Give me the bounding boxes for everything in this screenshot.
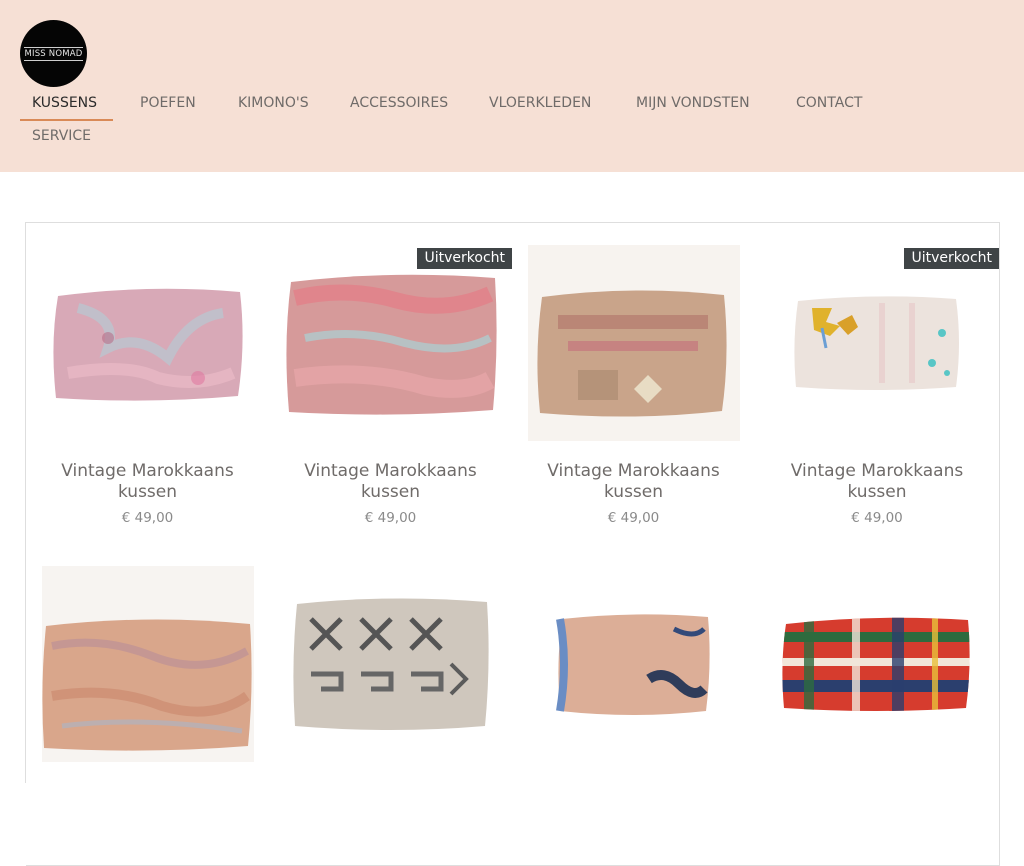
product-card[interactable] (26, 544, 270, 866)
sold-out-badge: Uitverkocht (904, 248, 999, 269)
product-grid: Vintage Marokkaans kussen € 49,00 Uitver… (25, 222, 1000, 866)
product-image[interactable] (42, 245, 254, 441)
nav-item-kimonos[interactable]: KIMONO'S (238, 94, 309, 112)
product-image[interactable] (771, 566, 983, 762)
product-card[interactable]: Vintage Marokkaans kussen € 49,00 (512, 223, 756, 545)
product-card[interactable]: Uitverkocht Vintage Marokkaans kussen € … (755, 223, 1000, 545)
product-price: € 49,00 (851, 510, 903, 526)
product-title[interactable]: Vintage Marokkaans kussen (765, 461, 989, 503)
product-card[interactable] (269, 544, 513, 866)
nav-item-kussens[interactable]: KUSSENS (32, 94, 97, 112)
product-image[interactable] (42, 566, 254, 762)
nav-item-poefen[interactable]: POEFEN (140, 94, 196, 112)
nav-item-mijn-vondsten[interactable]: MIJN VONDSTEN (636, 94, 750, 112)
site-header: MISS NOMAD KUSSENS POEFEN KIMONO'S ACCES… (0, 0, 1024, 172)
product-price: € 49,00 (121, 510, 174, 526)
product-title[interactable]: Vintage Marokkaans kussen (36, 461, 259, 503)
nav-item-vloerkleden[interactable]: VLOERKLEDEN (489, 94, 591, 112)
nav-item-contact[interactable]: CONTACT (796, 94, 862, 112)
product-price: € 49,00 (364, 510, 417, 526)
product-title[interactable]: Vintage Marokkaans kussen (522, 461, 745, 503)
product-image[interactable] (528, 566, 740, 762)
product-image[interactable] (285, 245, 497, 441)
product-title[interactable]: Vintage Marokkaans kussen (279, 461, 502, 503)
product-card[interactable] (512, 544, 756, 866)
nav-item-accessoires[interactable]: ACCESSOIRES (350, 94, 448, 112)
product-card[interactable] (755, 544, 1000, 866)
product-image[interactable] (285, 566, 497, 762)
product-price: € 49,00 (607, 510, 660, 526)
product-image[interactable] (528, 245, 740, 441)
product-card[interactable]: Uitverkocht Vintage Marokkaans kussen € … (269, 223, 513, 545)
nav-item-service[interactable]: SERVICE (32, 127, 91, 145)
brand-logo-text: MISS NOMAD (24, 46, 83, 61)
sold-out-badge: Uitverkocht (417, 248, 512, 269)
active-nav-underline (20, 119, 113, 121)
product-image[interactable] (771, 245, 983, 441)
brand-logo[interactable]: MISS NOMAD (20, 20, 87, 87)
product-card[interactable]: Vintage Marokkaans kussen € 49,00 (26, 223, 270, 545)
